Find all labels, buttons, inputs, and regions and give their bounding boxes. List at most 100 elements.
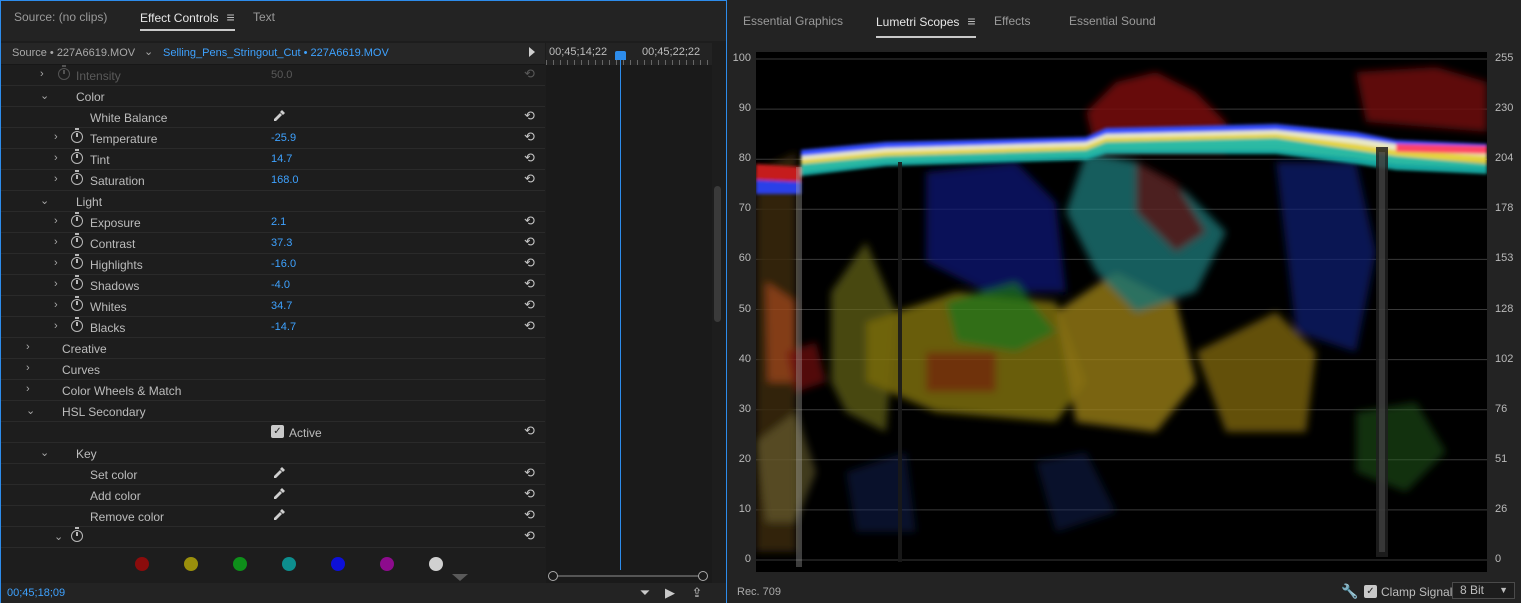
clamp-signal-checkbox[interactable]: ✓ (1364, 585, 1377, 598)
red-swatch[interactable] (135, 557, 149, 571)
stopwatch-icon[interactable] (71, 212, 83, 227)
property-value[interactable]: 14.7 (271, 153, 292, 165)
property-value[interactable]: -14.7 (271, 321, 296, 333)
twirl-icon[interactable]: › (54, 320, 58, 332)
twirl-icon[interactable]: › (40, 68, 44, 80)
property-value[interactable]: 37.3 (271, 237, 292, 249)
twirl-icon[interactable]: › (54, 131, 58, 143)
row-blacks[interactable]: › Blacks -14.7 ⟲ (1, 317, 545, 338)
property-value[interactable]: 168.0 (271, 174, 299, 186)
row-highlights[interactable]: › Highlights -16.0 ⟲ (1, 254, 545, 275)
tab-text[interactable]: Text (253, 9, 275, 31)
play-audio-icon[interactable]: ▶ (662, 585, 678, 601)
scrollbar-thumb[interactable] (714, 186, 721, 322)
source-clip-label[interactable]: Source • 227A6619.MOV (12, 47, 135, 59)
property-value[interactable]: -16.0 (271, 258, 296, 270)
expand-triangle-icon[interactable] (452, 574, 468, 581)
eyedropper-icon[interactable] (272, 466, 286, 480)
row-remove-color[interactable]: Remove color ⟲ (1, 506, 545, 527)
filter-icon[interactable]: ⏷ (637, 585, 653, 601)
reset-icon[interactable]: ⟲ (524, 151, 538, 165)
row-key-section[interactable]: ⌄ Key (1, 443, 545, 464)
row-temperature[interactable]: › Temperature -25.9 ⟲ (1, 128, 545, 149)
stopwatch-icon[interactable] (71, 317, 83, 332)
tab-essential-graphics[interactable]: Essential Graphics (743, 13, 843, 35)
property-value[interactable]: 2.1 (271, 216, 286, 228)
reset-icon[interactable]: ⟲ (524, 109, 538, 123)
row-active[interactable]: ✓ Active ⟲ (1, 422, 545, 443)
stopwatch-icon[interactable] (71, 275, 83, 290)
reset-icon[interactable]: ⟲ (524, 130, 538, 144)
property-value[interactable]: 34.7 (271, 300, 292, 312)
magenta-swatch[interactable] (380, 557, 394, 571)
twirl-icon[interactable]: › (54, 236, 58, 248)
timeline-zoom-scrollbar[interactable] (548, 571, 708, 581)
stopwatch-icon[interactable] (58, 65, 70, 80)
current-timecode[interactable]: 00;45;18;09 (7, 587, 65, 599)
panel-menu-icon[interactable]: ≡ (226, 9, 234, 25)
row-saturation[interactable]: › Saturation 168.0 ⟲ (1, 170, 545, 191)
twirl-icon[interactable]: › (54, 215, 58, 227)
twirl-icon[interactable]: › (26, 383, 30, 395)
active-checkbox[interactable]: ✓ (271, 425, 284, 438)
cyan-swatch[interactable] (282, 557, 296, 571)
property-value[interactable]: -4.0 (271, 279, 290, 291)
row-intensity[interactable]: › Intensity 50.0 ⟲ (1, 65, 545, 86)
timeline-ruler[interactable]: 00;45;14;22 00;45;22;22 (546, 43, 712, 65)
twirl-open-icon[interactable]: ⌄ (40, 446, 49, 459)
reset-icon[interactable]: ⟲ (524, 529, 538, 543)
reset-icon[interactable]: ⟲ (524, 277, 538, 291)
reset-icon[interactable]: ⟲ (524, 508, 538, 522)
row-color-section[interactable]: ⌄ Color (1, 86, 545, 107)
twirl-icon[interactable]: › (54, 152, 58, 164)
stopwatch-icon[interactable] (71, 149, 83, 164)
row-add-color[interactable]: Add color ⟲ (1, 485, 545, 506)
wrench-icon[interactable]: 🔧 (1341, 583, 1358, 600)
reset-icon[interactable]: ⟲ (524, 214, 538, 228)
reset-icon[interactable]: ⟲ (524, 235, 538, 249)
row-shadows[interactable]: › Shadows -4.0 ⟲ (1, 275, 545, 296)
zoom-handle-right[interactable] (698, 571, 708, 581)
row-light-section[interactable]: ⌄ Light (1, 191, 545, 212)
eyedropper-minus-icon[interactable] (272, 508, 286, 522)
tab-source[interactable]: Source: (no clips) (14, 9, 107, 31)
reset-icon[interactable]: ⟲ (524, 424, 538, 438)
playhead-line[interactable] (620, 56, 621, 570)
panel-menu-icon[interactable]: ≡ (967, 13, 975, 29)
row-set-color[interactable]: Set color ⟲ (1, 464, 545, 485)
stopwatch-icon[interactable] (71, 296, 83, 311)
tab-lumetri-scopes[interactable]: Lumetri Scopes ≡ (876, 13, 976, 38)
bit-depth-select[interactable]: 8 Bit ▼ (1452, 582, 1515, 599)
row-creative[interactable]: › Creative (1, 338, 545, 359)
tab-effects[interactable]: Effects (994, 13, 1030, 35)
twirl-open-icon[interactable]: ⌄ (54, 530, 63, 543)
row-hsl-secondary[interactable]: ⌄ HSL Secondary (1, 401, 545, 422)
sequence-clip-label[interactable]: Selling_Pens_Stringout_Cut • 227A6619.MO… (163, 47, 389, 59)
eyedropper-icon[interactable] (272, 109, 286, 123)
stopwatch-icon[interactable] (71, 170, 83, 185)
tab-essential-sound[interactable]: Essential Sound (1069, 13, 1156, 35)
stopwatch-icon[interactable] (71, 128, 83, 143)
mini-timeline[interactable]: 00;45;14;22 00;45;22;22 (546, 43, 712, 583)
stopwatch-icon[interactable] (71, 527, 83, 542)
tab-effect-controls[interactable]: Effect Controls ≡ (140, 9, 235, 31)
row-contrast[interactable]: › Contrast 37.3 ⟲ (1, 233, 545, 254)
reset-icon[interactable]: ⟲ (524, 172, 538, 186)
twirl-icon[interactable]: › (54, 173, 58, 185)
row-white-balance[interactable]: White Balance ⟲ (1, 107, 545, 128)
twirl-icon[interactable]: › (54, 299, 58, 311)
property-value[interactable]: 50.0 (271, 69, 292, 81)
row-color-swatch-stopwatch[interactable]: ⌄ ⟲ (1, 527, 545, 548)
reset-icon[interactable]: ⟲ (524, 319, 538, 333)
twirl-open-icon[interactable]: ⌄ (40, 194, 49, 207)
white-swatch[interactable] (429, 557, 443, 571)
row-curves[interactable]: › Curves (1, 359, 545, 380)
reset-icon[interactable]: ⟲ (524, 487, 538, 501)
twirl-open-icon[interactable]: ⌄ (40, 89, 49, 102)
row-whites[interactable]: › Whites 34.7 ⟲ (1, 296, 545, 317)
reset-icon[interactable]: ⟲ (524, 256, 538, 270)
reset-icon[interactable]: ⟲ (524, 298, 538, 312)
property-value[interactable]: -25.9 (271, 132, 296, 144)
stopwatch-icon[interactable] (71, 233, 83, 248)
vertical-scrollbar[interactable] (712, 43, 724, 583)
